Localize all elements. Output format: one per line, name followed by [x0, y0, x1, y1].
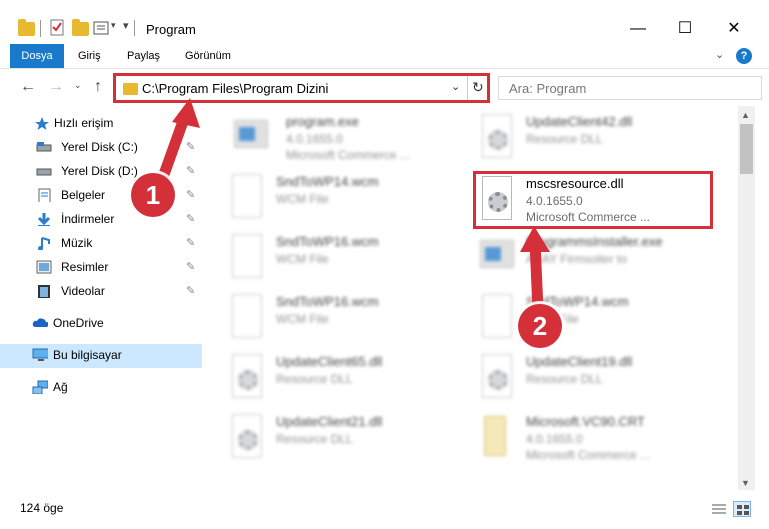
annotation-arrows: [156, 98, 550, 311]
callout-1: 1: [131, 173, 175, 217]
arrow-2-head: [520, 226, 550, 252]
callout-2: 2: [518, 304, 562, 348]
arrow-2-shaft: [529, 241, 544, 311]
arrow-1-head: [172, 98, 200, 128]
